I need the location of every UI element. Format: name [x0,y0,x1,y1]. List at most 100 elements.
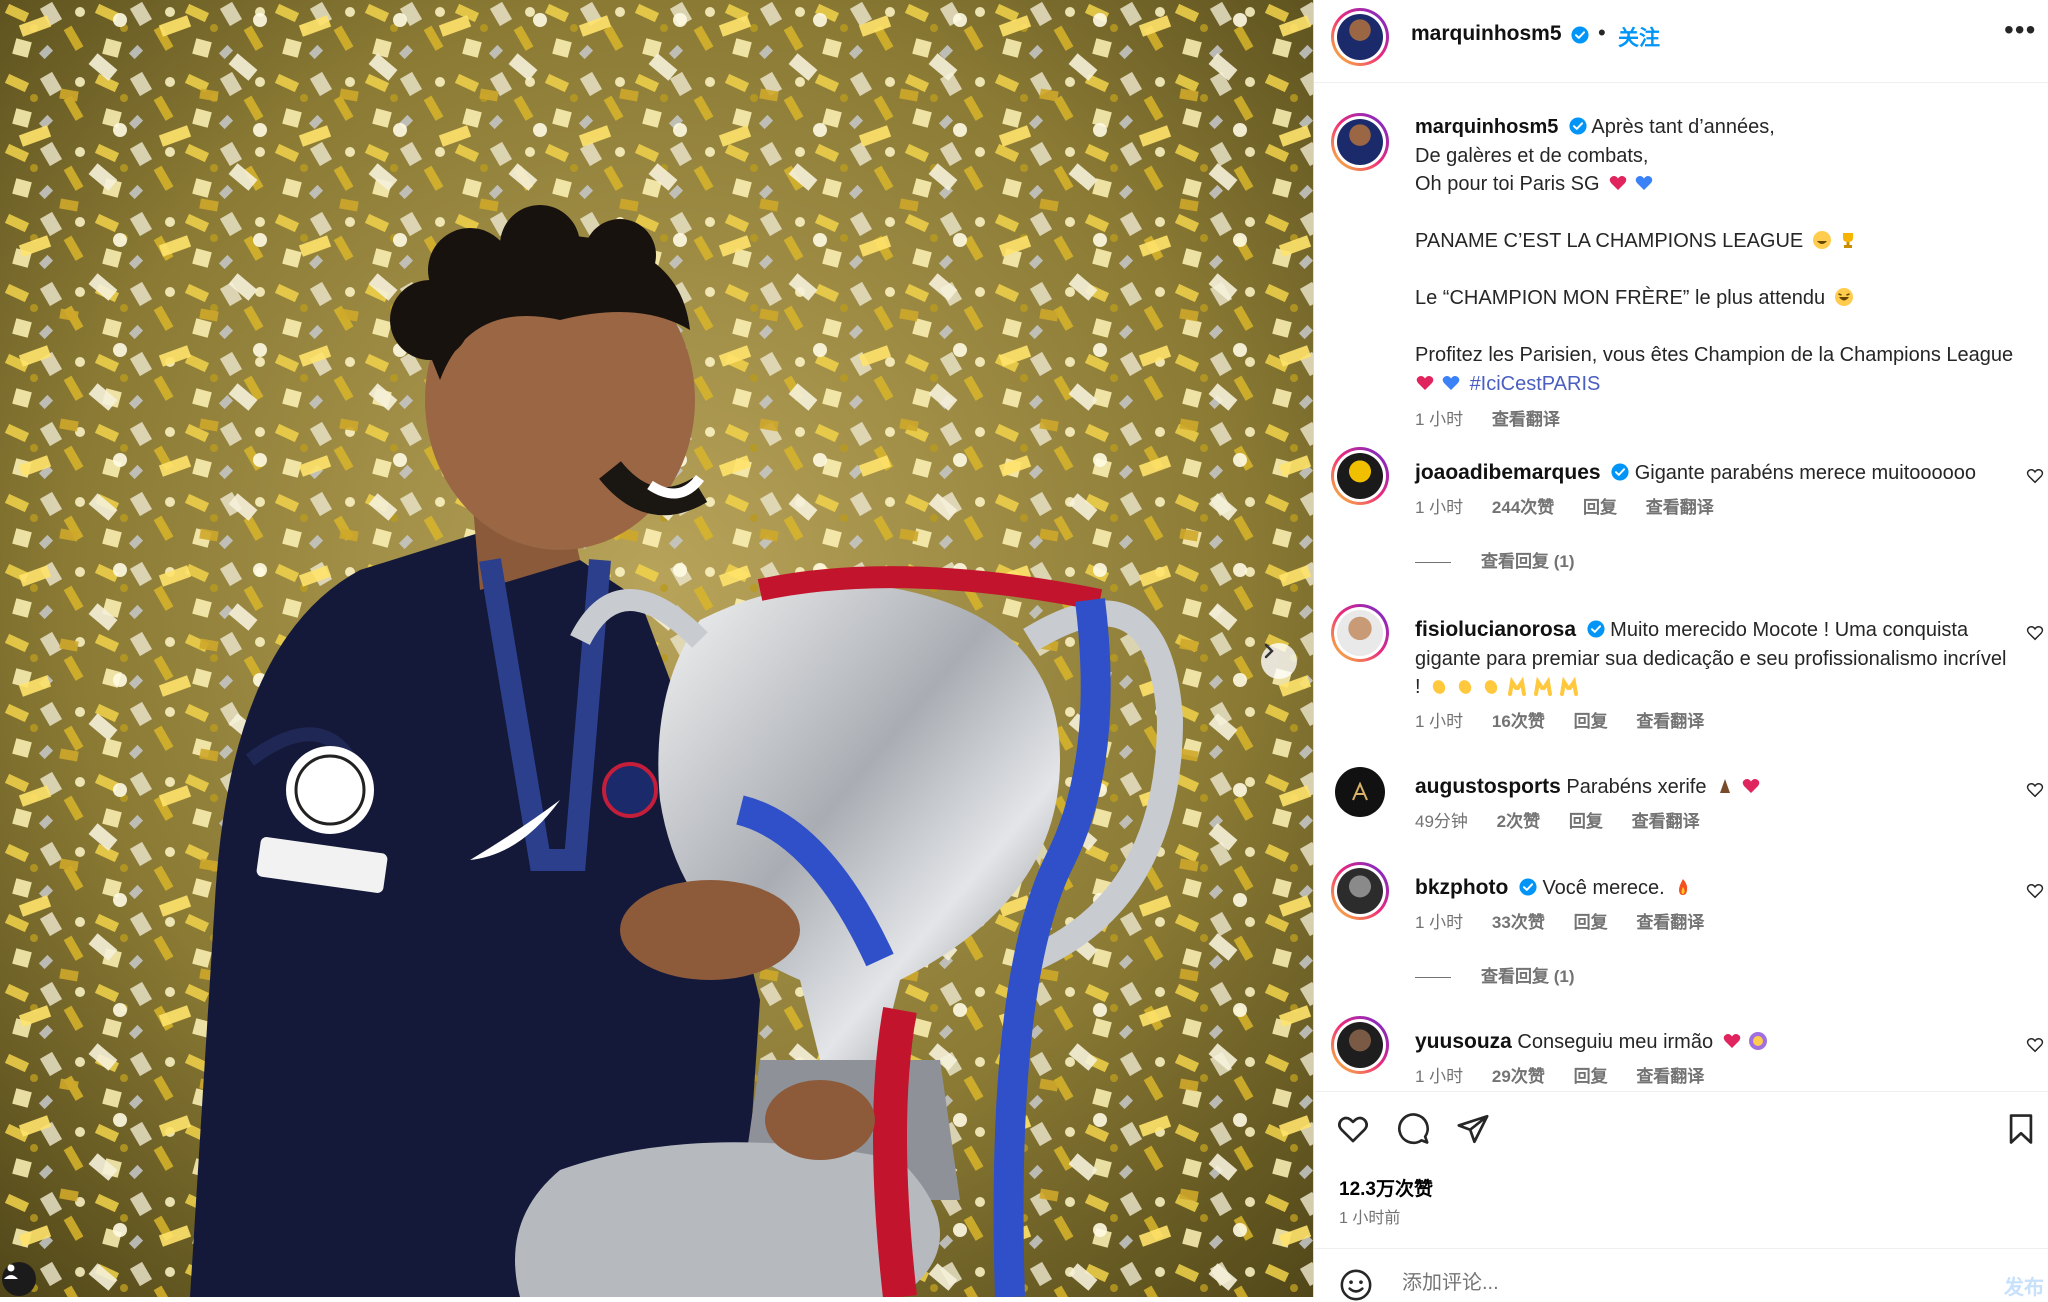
caption-line: De galères et de combats, [1415,144,1649,167]
comment-time: 1 小时 [1415,497,1464,517]
tag-user-icon [4,1264,18,1279]
chevron-right-icon [1264,643,1274,659]
verified-badge-icon [1569,117,1587,135]
likes-count[interactable]: 12.3万次赞 [1339,1174,1433,1201]
raised-hands-emoji-icon [1560,676,1579,696]
clap-emoji-icon [1484,680,1498,694]
comment-text: Conseguiu meu irmão [1517,1031,1714,1053]
raised-hands-emoji-icon [1508,676,1527,696]
post-actions: 12.3万次赞 [1314,1091,2048,1207]
caption-line: Oh pour toi Paris SG [1415,173,1600,195]
red-heart-emoji-icon [1742,779,1760,793]
like-comment-heart-icon[interactable] [2026,624,2044,642]
post-header: marquinhosm5 • 关注 ••• [1314,0,2048,83]
comment-text: Gigante parabéns merece muitoooooo [1634,462,1977,484]
translate-link[interactable]: 查看翻译 [1636,1067,1704,1086]
author-avatar[interactable] [1331,8,1389,66]
reply-button[interactable]: 回复 [1569,812,1603,831]
caption-line: Après tant d’années, [1591,116,1775,138]
caption-line: Profitez les Parisien, vous êtes Champio… [1415,344,2014,366]
red-heart-emoji-icon [1723,1034,1740,1048]
reply-button[interactable]: 回复 [1574,1067,1608,1086]
brand-logo-icon [1352,781,1368,801]
commenter-avatar[interactable] [1331,604,1389,662]
comment-input[interactable] [1400,1271,1904,1296]
like-comment-heart-icon[interactable] [2026,467,2044,485]
translate-link[interactable]: 查看翻译 [1632,812,1700,831]
translate-link[interactable]: 查看翻译 [1636,712,1704,731]
more-options-icon[interactable]: ••• [2004,14,2036,46]
bookmark-icon[interactable] [2004,1112,2038,1146]
translate-link[interactable]: 查看翻译 [1646,498,1714,517]
laughing-emoji-icon [1834,288,1853,306]
comment-time: 1 小时 [1415,711,1464,731]
comment-likes[interactable]: 2次赞 [1497,812,1540,831]
raised-hands-emoji-icon [1534,676,1553,696]
red-heart-emoji-icon [1609,176,1627,190]
comment-likes[interactable]: 29次赞 [1492,1067,1545,1086]
commenter-avatar[interactable] [1331,447,1389,505]
trophy-emoji-icon [1842,233,1853,248]
commenter-username[interactable]: bkzphoto [1415,876,1508,899]
grin-sweat-emoji-icon [1812,231,1831,249]
view-replies-button[interactable]: 查看回复 (1) [1415,547,1575,572]
verified-badge-icon [1519,878,1537,896]
share-icon[interactable] [1456,1112,1490,1146]
clap-emoji-icon [1458,680,1472,694]
caption-line: PANAME C’EST LA CHAMPIONS LEAGUE [1415,230,1804,252]
post-comment-button[interactable]: 发布 [2004,1271,2044,1300]
caption-time: 1 小时 [1415,410,1464,429]
reply-button[interactable]: 回复 [1574,712,1608,731]
comment-likes[interactable]: 244次赞 [1492,498,1554,517]
hugging-emoji-icon [1748,1032,1767,1050]
separator-dot: • [1598,20,1606,45]
comment-time: 49分钟 [1415,811,1468,831]
commenter-username[interactable]: augustosports [1415,775,1561,798]
caption-line: Le “CHAMPION MON FRÈRE” le plus attendu [1415,287,1826,309]
translate-link[interactable]: 查看翻译 [1492,410,1560,429]
commenter-username[interactable]: yuusouza [1415,1030,1512,1053]
blue-heart-emoji-icon [1635,176,1653,190]
commenter-avatar[interactable] [1331,862,1389,920]
next-photo-button[interactable] [1261,643,1297,679]
clap-emoji-icon [1432,680,1446,694]
comment-text: Parabéns xerife [1566,776,1707,798]
commenter-username[interactable]: joaoadibemarques [1415,461,1601,484]
post-photo[interactable] [0,0,1313,1297]
praying-hands-emoji-icon [1720,779,1731,793]
comment-time: 1 小时 [1415,1066,1464,1086]
verified-badge-icon [1587,620,1605,638]
like-comment-heart-icon[interactable] [2026,1036,2044,1054]
comment-icon[interactable] [1396,1112,1430,1146]
comment-text: Você merece. [1542,877,1665,899]
like-comment-heart-icon[interactable] [2026,781,2044,799]
caption-avatar[interactable] [1331,113,1389,171]
verified-badge-icon [1571,26,1589,44]
author-username[interactable]: marquinhosm5 [1411,22,1562,46]
post-side-panel: marquinhosm5 • 关注 ••• marquinhosm5 Après… [1314,0,2048,1301]
blue-heart-emoji-icon [1442,375,1460,390]
comments-scroll-area[interactable]: marquinhosm5 Après tant d’années, De gal… [1314,83,2048,1091]
hashtag-link[interactable]: #IciCestPARIS [1470,373,1601,395]
posted-time: 1 小时前 [1339,1210,1401,1227]
reply-button[interactable]: 回复 [1574,913,1608,932]
verified-badge-icon [1611,463,1629,481]
translate-link[interactable]: 查看翻译 [1636,913,1704,932]
like-comment-heart-icon[interactable] [2026,882,2044,900]
reply-button[interactable]: 回复 [1583,498,1617,517]
view-replies-button[interactable]: 查看回复 (1) [1415,962,1575,987]
fire-emoji-icon [1679,879,1688,895]
comment-likes[interactable]: 33次赞 [1492,913,1545,932]
photo-image [0,0,1313,1297]
add-comment-bar: 发布 [1314,1248,2048,1301]
tagged-users-button[interactable] [2,1262,36,1296]
follow-button[interactable]: 关注 [1618,22,1660,52]
red-heart-emoji-icon [1416,375,1434,390]
commenter-avatar[interactable] [1335,767,1385,817]
caption-username[interactable]: marquinhosm5 [1415,116,1558,138]
like-heart-icon[interactable] [1336,1112,1370,1146]
comment-likes[interactable]: 16次赞 [1492,712,1545,731]
commenter-username[interactable]: fisiolucianorosa [1415,618,1576,641]
commenter-avatar[interactable] [1331,1016,1389,1074]
comment-time: 1 小时 [1415,912,1464,932]
